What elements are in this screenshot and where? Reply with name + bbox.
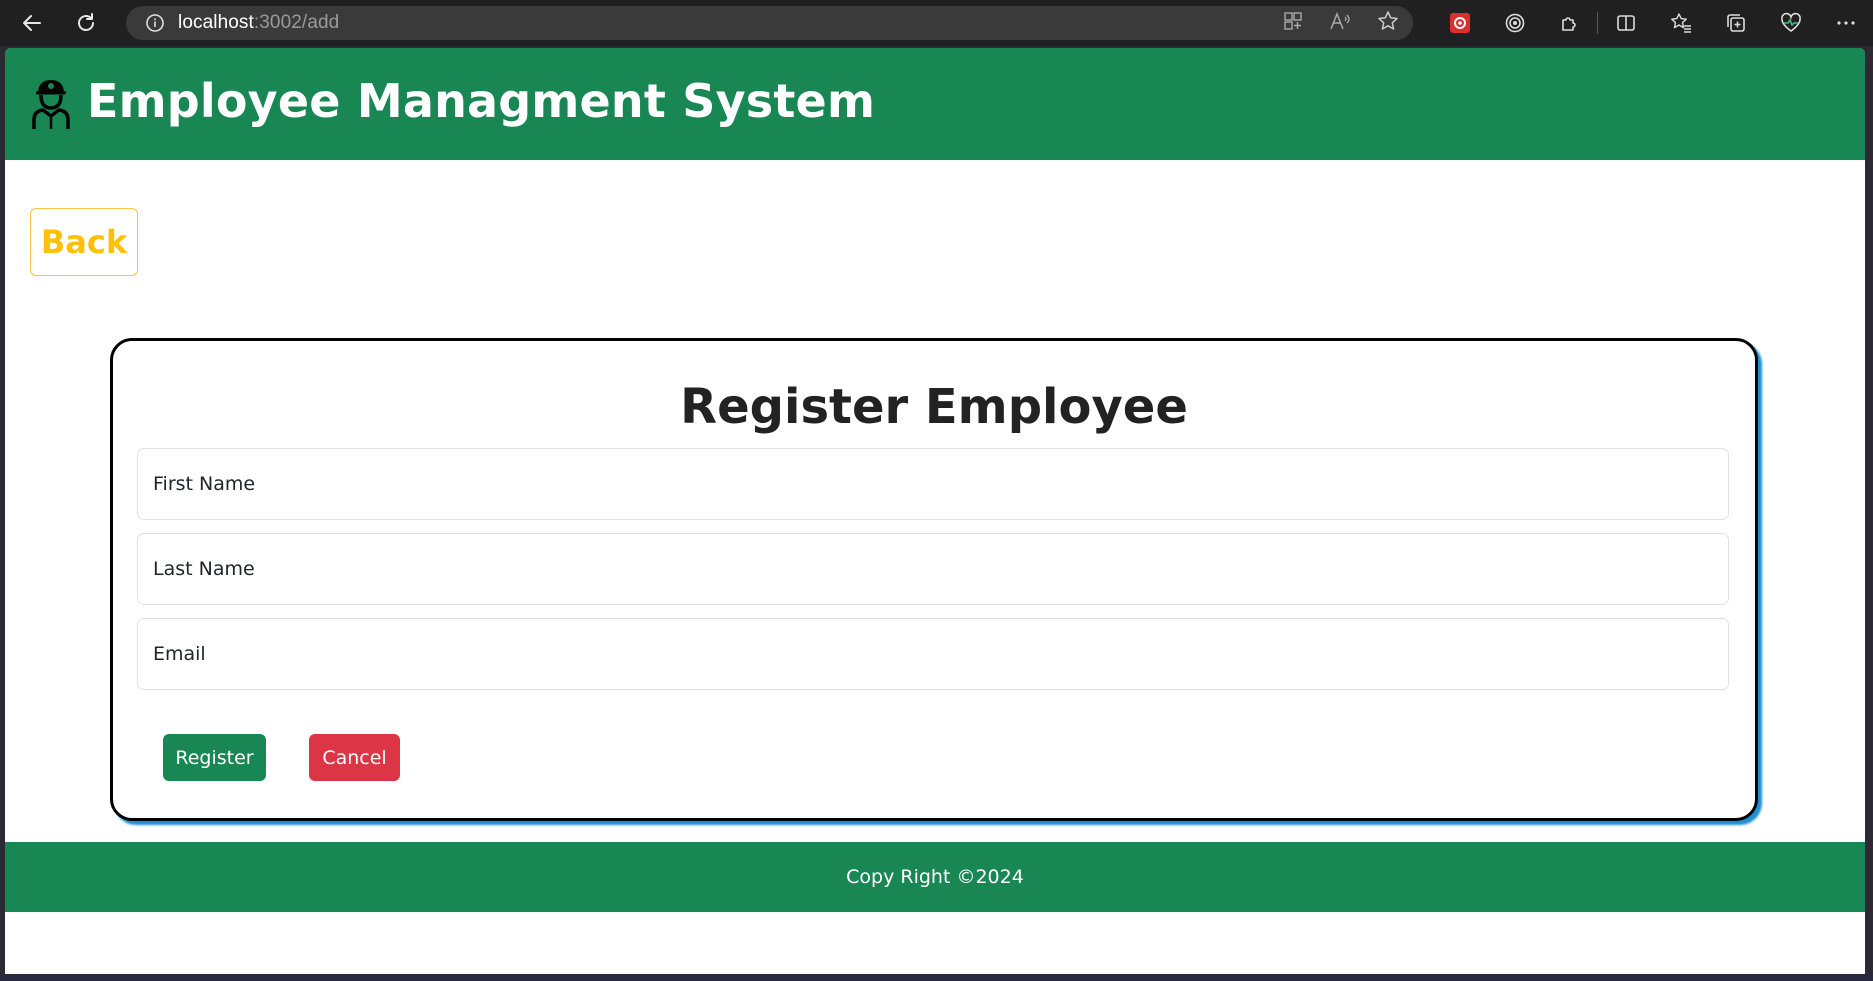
read-aloud-icon[interactable]	[1329, 11, 1351, 36]
first-name-input[interactable]	[137, 448, 1729, 520]
email-input[interactable]	[137, 618, 1729, 690]
form-title: Register Employee	[680, 379, 1188, 435]
app-header: Employee Managment System	[5, 48, 1865, 160]
back-arrow-icon[interactable]	[14, 5, 50, 41]
split-screen-icon[interactable]	[1598, 0, 1653, 46]
url-host: localhost	[178, 12, 254, 33]
address-bar[interactable]: localhost:3002/add	[126, 6, 1413, 40]
favorite-star-icon[interactable]	[1377, 10, 1399, 37]
extensions-puzzle-icon[interactable]	[1542, 0, 1597, 46]
site-info-icon[interactable]	[146, 14, 164, 32]
collections-icon[interactable]	[1708, 0, 1763, 46]
employee-icon	[29, 76, 73, 132]
browser-essentials-icon[interactable]	[1763, 0, 1818, 46]
register-employee-form: Register Employee Register Cancel	[110, 338, 1758, 821]
page-footer: Copy Right ©2024	[5, 842, 1865, 912]
favorites-icon[interactable]	[1653, 0, 1708, 46]
copyright-text: Copy Right ©2024	[846, 866, 1024, 888]
more-options-icon[interactable]	[1818, 0, 1873, 46]
cancel-button[interactable]: Cancel	[309, 734, 400, 781]
browser-toolbar: localhost:3002/add	[0, 0, 1873, 46]
url-path: :3002/add	[253, 12, 340, 33]
back-button[interactable]: Back	[30, 208, 138, 276]
app-available-icon[interactable]	[1283, 11, 1303, 36]
register-button[interactable]: Register	[163, 734, 266, 781]
extension-red-icon[interactable]	[1432, 0, 1487, 46]
page-viewport: Employee Managment System Back Register …	[5, 48, 1865, 974]
last-name-input[interactable]	[137, 533, 1729, 605]
target-icon[interactable]	[1487, 0, 1542, 46]
refresh-icon[interactable]	[68, 5, 104, 41]
app-title: Employee Managment System	[87, 74, 876, 128]
taskbar-edge	[0, 974, 1873, 981]
url-text: localhost:3002/add	[178, 12, 339, 34]
